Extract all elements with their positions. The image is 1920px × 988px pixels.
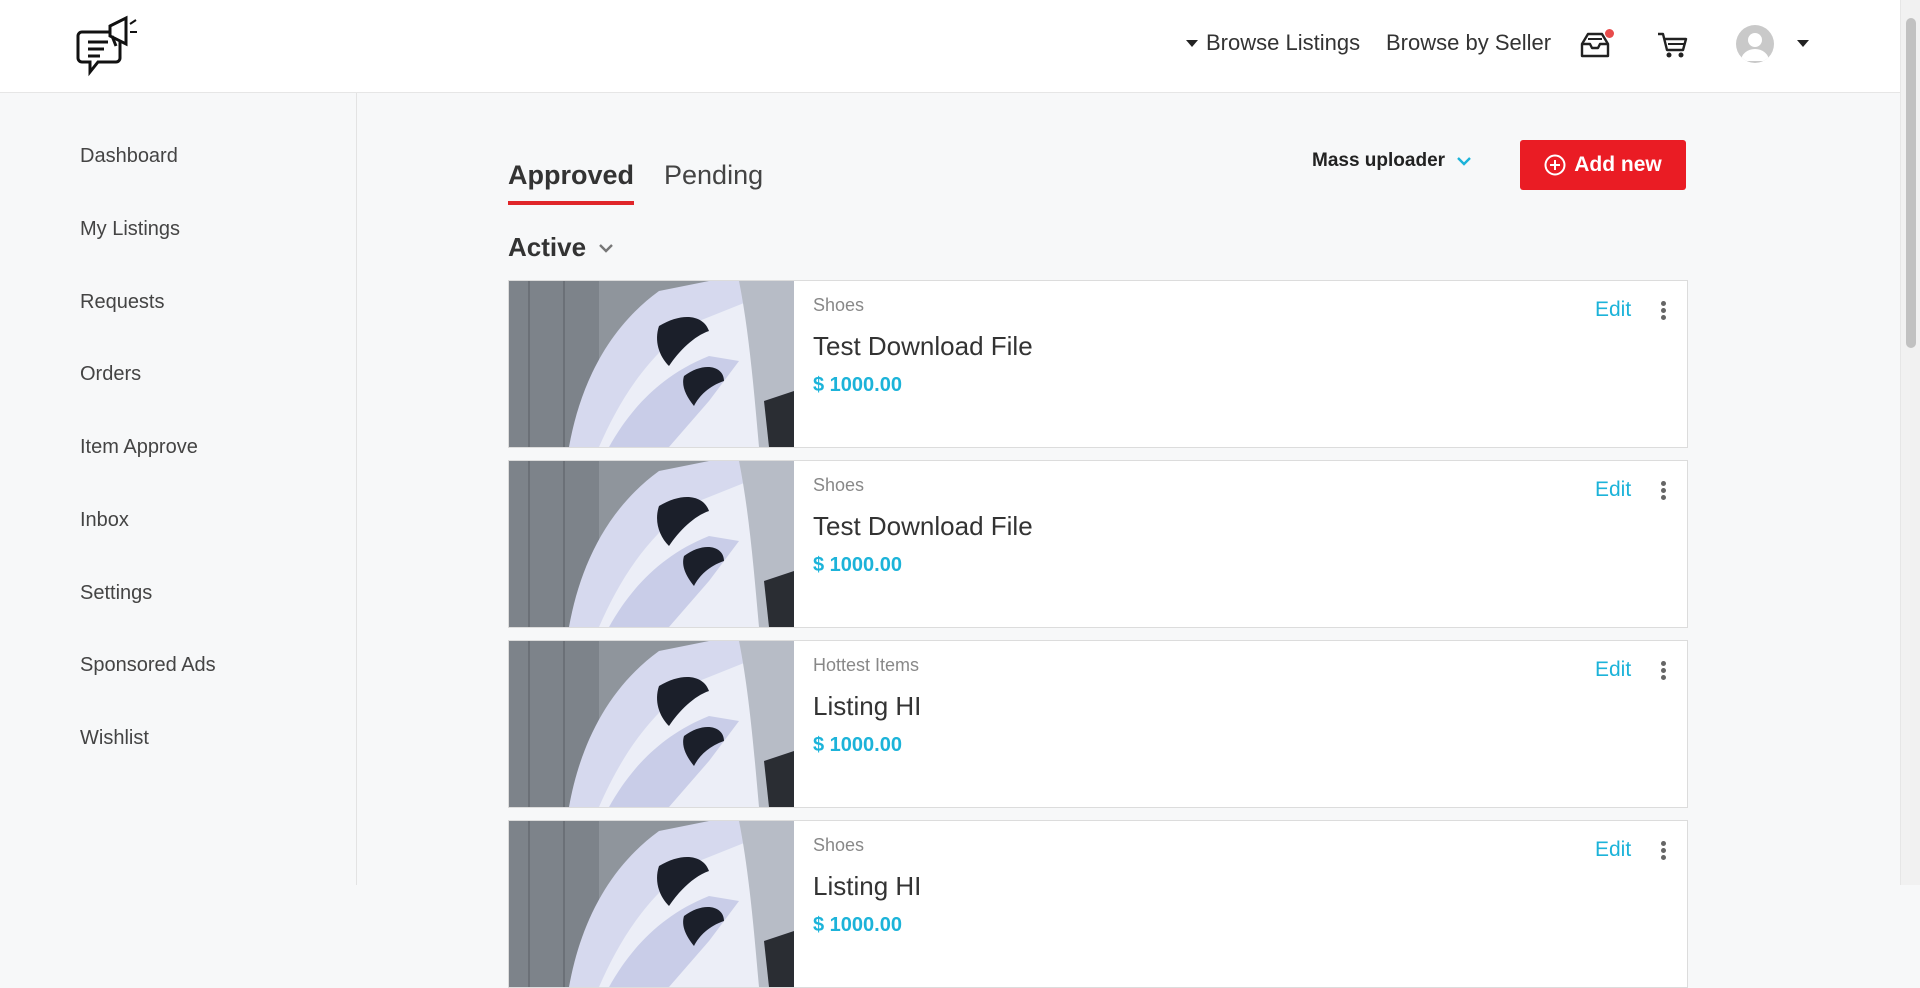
sidebar-item-wishlist[interactable]: Wishlist [80, 727, 149, 750]
account-menu-caret-icon[interactable] [1797, 40, 1809, 47]
inbox-button[interactable] [1578, 29, 1614, 60]
tab-pending[interactable]: Pending [664, 160, 763, 205]
listing-tabs: Approved Pending [508, 160, 763, 205]
listing-price: $ 1000.00 [813, 914, 902, 936]
more-options-icon[interactable] [1657, 481, 1669, 503]
sidebar-item-sponsored-ads[interactable]: Sponsored Ads [80, 654, 216, 677]
listing-thumbnail[interactable] [509, 821, 794, 987]
sidebar-item-inbox[interactable]: Inbox [80, 509, 129, 532]
sneaker-photo-icon [509, 281, 794, 447]
sneaker-photo-icon [509, 821, 794, 987]
cart-icon [1658, 32, 1688, 58]
listing-category: Shoes [813, 475, 865, 495]
user-avatar-icon [1741, 33, 1769, 61]
listing-thumbnail[interactable] [509, 281, 794, 447]
plus-circle-icon [1544, 154, 1566, 176]
caret-down-icon [1186, 39, 1198, 47]
listing-title[interactable]: Test Download File [813, 511, 1033, 542]
listing-price: $ 1000.00 [813, 734, 902, 756]
status-filter-label: Active [508, 232, 587, 262]
mass-uploader-label: Mass uploader [1312, 150, 1446, 171]
megaphone-chat-logo-icon[interactable] [76, 12, 138, 80]
tab-approved[interactable]: Approved [508, 160, 635, 205]
chevron-down-icon [599, 243, 613, 253]
listing-price: $ 1000.00 [813, 374, 902, 396]
listing-title[interactable]: Listing HI [813, 691, 921, 722]
listing-title[interactable]: Listing HI [813, 871, 921, 902]
sidebar: Dashboard My Listings Requests Orders It… [0, 93, 357, 885]
sidebar-item-orders[interactable]: Orders [80, 363, 141, 386]
scrollbar-thumb[interactable] [1906, 18, 1916, 348]
edit-link[interactable]: Edit [1595, 298, 1631, 322]
browse-listings-menu[interactable]: Browse Listings [1186, 30, 1360, 56]
listing-card[interactable]: Shoes Test Download File $ 1000.00 Edit [508, 460, 1688, 628]
status-filter-dropdown[interactable]: Active [508, 232, 614, 263]
top-header: Browse Listings Browse by Seller [0, 0, 1900, 93]
listing-card[interactable]: Shoes Test Download File $ 1000.00 Edit [508, 280, 1688, 448]
notification-dot [1605, 29, 1614, 38]
listing-title[interactable]: Test Download File [813, 331, 1033, 362]
listing-card[interactable]: Shoes Listing HI $ 1000.00 Edit [508, 820, 1688, 988]
sneaker-photo-icon [509, 461, 794, 627]
sidebar-item-settings[interactable]: Settings [80, 582, 152, 605]
browse-by-seller-link[interactable]: Browse by Seller [1386, 30, 1551, 56]
listing-thumbnail[interactable] [509, 641, 794, 807]
sidebar-item-dashboard[interactable]: Dashboard [80, 145, 178, 168]
add-new-button[interactable]: Add new [1520, 140, 1686, 190]
mass-uploader-dropdown[interactable]: Mass uploader [1312, 150, 1471, 172]
sidebar-item-my-listings[interactable]: My Listings [80, 218, 180, 241]
chevron-down-icon [1457, 157, 1471, 166]
more-options-icon[interactable] [1657, 841, 1669, 863]
user-avatar[interactable] [1736, 25, 1774, 63]
more-options-icon[interactable] [1657, 301, 1669, 323]
listing-category: Shoes [813, 835, 865, 855]
edit-link[interactable]: Edit [1595, 838, 1631, 862]
edit-link[interactable]: Edit [1595, 658, 1631, 682]
more-options-icon[interactable] [1657, 661, 1669, 683]
add-new-label: Add new [1574, 153, 1662, 176]
cart-button[interactable] [1656, 30, 1688, 60]
sidebar-item-item-approve[interactable]: Item Approve [80, 436, 198, 459]
listing-category: Hottest Items [813, 655, 920, 675]
listing-thumbnail[interactable] [509, 461, 794, 627]
edit-link[interactable]: Edit [1595, 478, 1631, 502]
listing-card[interactable]: Hottest Items Listing HI $ 1000.00 Edit [508, 640, 1688, 808]
listing-price: $ 1000.00 [813, 554, 902, 576]
page-scrollbar[interactable] [1900, 0, 1920, 885]
browse-listings-label: Browse Listings [1206, 30, 1361, 55]
sneaker-photo-icon [509, 641, 794, 807]
sidebar-item-requests[interactable]: Requests [80, 291, 165, 314]
listing-category: Shoes [813, 295, 865, 315]
